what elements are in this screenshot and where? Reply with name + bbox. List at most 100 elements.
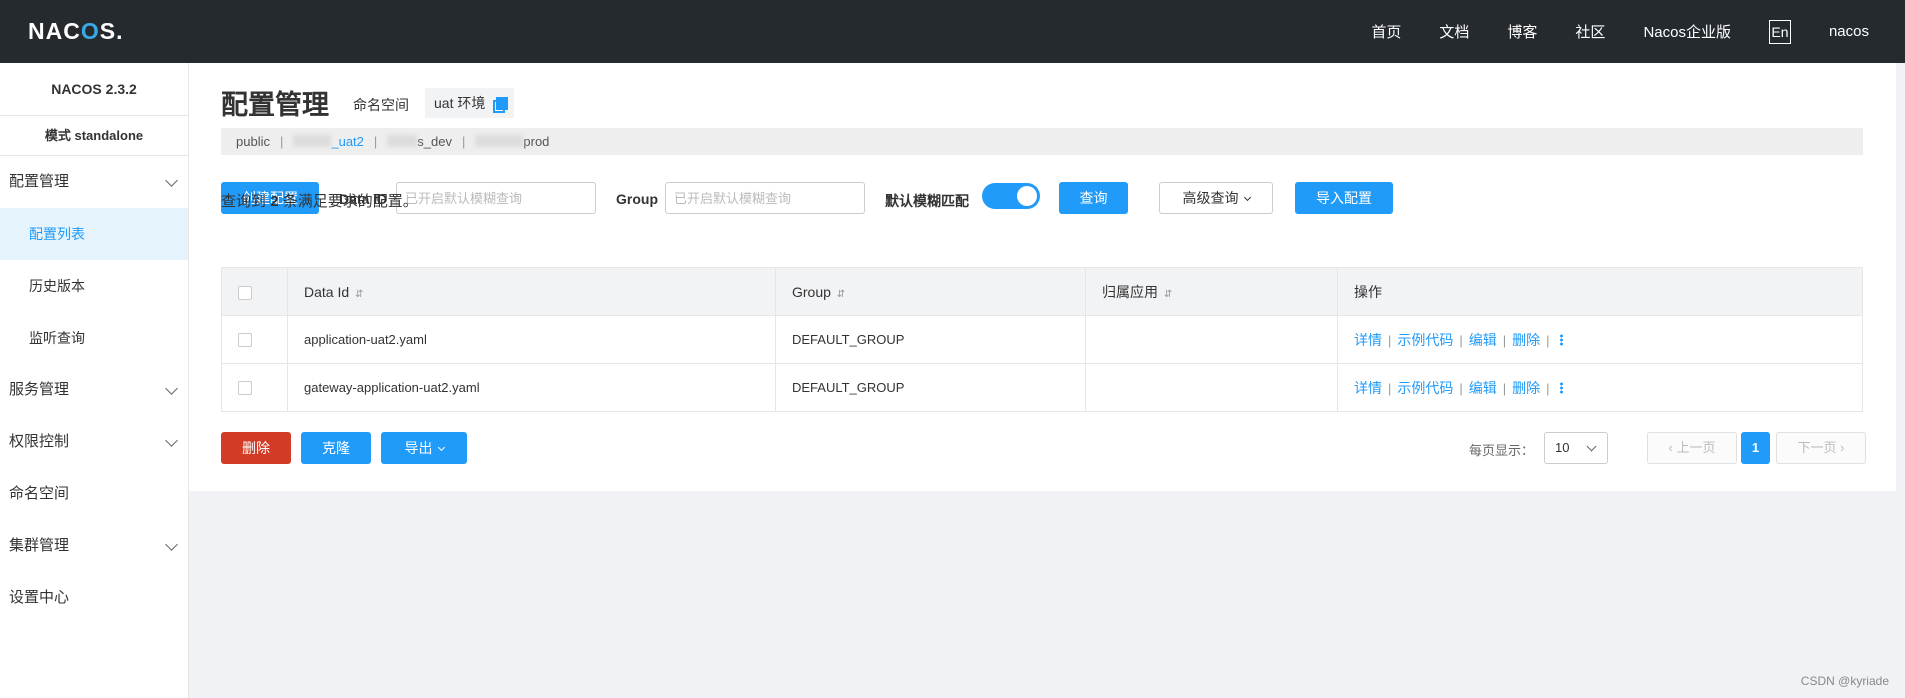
group-input[interactable] <box>665 182 865 214</box>
fuzzy-match-toggle[interactable] <box>982 183 1040 209</box>
op-separator: | <box>1459 380 1463 396</box>
namespace-public[interactable]: public <box>236 134 270 149</box>
op-separator: | <box>1388 332 1392 348</box>
user-menu[interactable]: nacos <box>1829 23 1869 40</box>
config-table: Data Id ⇵ Group ⇵ 归属应用 ⇵ 操作 application-uat… <box>221 267 1863 412</box>
result-prefix: 查询到 <box>221 193 267 210</box>
namespace-uat2[interactable]: _uat2 <box>293 134 364 149</box>
redacted-block <box>387 135 418 147</box>
sort-icon[interactable]: ⇵ <box>1164 289 1172 300</box>
more-vertical-icon[interactable] <box>1559 381 1563 394</box>
bulk-delete-button[interactable]: 删除 <box>221 432 291 464</box>
prev-page-label: 上一页 <box>1676 440 1716 455</box>
next-page-label: 下一页 <box>1797 440 1837 455</box>
sort-icon[interactable]: ⇵ <box>355 289 363 300</box>
column-header-data-id[interactable]: Data Id ⇵ <box>287 267 776 316</box>
namespace-bar: public | _uat2 | s_dev | prod <box>221 128 1863 155</box>
chevron-down-icon <box>165 174 178 187</box>
cell-group: DEFAULT_GROUP <box>775 315 1086 364</box>
row-select-cell <box>221 315 288 364</box>
namespace-separator: | <box>279 134 284 149</box>
page-size-value: 10 <box>1555 440 1570 455</box>
prev-page-button[interactable]: ‹ 上一页 <box>1647 432 1737 464</box>
cell-data-id: application-uat2.yaml <box>287 315 776 364</box>
cell-data-id: gateway-application-uat2.yaml <box>287 363 776 412</box>
nacos-logo[interactable]: NACOS. <box>28 16 123 46</box>
column-header-actions: 操作 <box>1337 267 1863 316</box>
sidebar-item-service-management[interactable]: 服务管理 <box>0 364 188 416</box>
namespace-dev-label: s_dev <box>417 134 452 149</box>
nav-docs[interactable]: 文档 <box>1439 21 1469 42</box>
watermark: CSDN @kyriade <box>1800 674 1889 688</box>
next-page-button[interactable]: 下一页 › <box>1776 432 1866 464</box>
op-separator: | <box>1502 332 1507 348</box>
table-header-row: Data Id ⇵ Group ⇵ 归属应用 ⇵ 操作 <box>221 267 1863 316</box>
version-label: NACOS 2.3.2 <box>0 63 188 116</box>
select-all-cell <box>221 267 288 316</box>
advanced-query-button[interactable]: 高级查询 <box>1159 182 1273 214</box>
delete-link[interactable]: 删除 <box>1512 380 1540 396</box>
advanced-query-label: 高级查询 <box>1182 190 1239 206</box>
op-separator: | <box>1546 332 1550 348</box>
sidebar-item-label: 权限控制 <box>9 433 70 450</box>
nav-blog[interactable]: 博客 <box>1507 21 1537 42</box>
language-toggle-button[interactable]: En <box>1768 19 1791 44</box>
column-header-app[interactable]: 归属应用 ⇵ <box>1085 267 1338 316</box>
top-nav: 首页 文档 博客 社区 Nacos企业版 En nacos <box>1371 0 1905 63</box>
cell-actions: 详情 | 示例代码 | 编辑 | 删除 | <box>1337 363 1863 412</box>
chevron-down-icon <box>165 538 178 551</box>
clone-button[interactable]: 克隆 <box>301 432 371 464</box>
column-label: Data Id <box>304 283 350 300</box>
sidebar-item-label: 配置管理 <box>9 173 70 190</box>
sidebar-item-access-control[interactable]: 权限控制 <box>0 416 188 468</box>
cell-actions: 详情 | 示例代码 | 编辑 | 删除 | <box>1337 315 1863 364</box>
sidebar-item-settings[interactable]: 设置中心 <box>0 572 188 624</box>
sidebar-item-config-list[interactable]: 配置列表 <box>0 208 188 260</box>
details-link[interactable]: 详情 <box>1354 332 1382 348</box>
nav-home[interactable]: 首页 <box>1371 21 1401 42</box>
sidebar-item-label: 服务管理 <box>9 381 70 398</box>
sidebar-item-label: 命名空间 <box>9 485 70 502</box>
select-all-checkbox[interactable] <box>238 285 252 300</box>
sidebar-item-history[interactable]: 历史版本 <box>0 260 188 312</box>
sidebar: NACOS 2.3.2 模式 standalone 配置管理 配置列表 历史版本… <box>0 63 189 698</box>
page-number-current[interactable]: 1 <box>1741 432 1770 464</box>
delete-link[interactable]: 删除 <box>1512 332 1540 348</box>
sample-code-link[interactable]: 示例代码 <box>1397 332 1453 348</box>
result-suffix: 条满足要求的配置。 <box>282 193 418 210</box>
sample-code-link[interactable]: 示例代码 <box>1397 380 1453 396</box>
toggle-knob <box>1017 186 1037 206</box>
column-header-group[interactable]: Group ⇵ <box>775 267 1086 316</box>
details-link[interactable]: 详情 <box>1354 380 1382 396</box>
more-vertical-icon[interactable] <box>1559 333 1563 346</box>
edit-link[interactable]: 编辑 <box>1469 380 1497 396</box>
result-summary: 查询到 2 条满足要求的配置。 <box>221 190 418 211</box>
current-namespace-tag: uat 环境 <box>425 88 515 118</box>
sidebar-item-namespace[interactable]: 命名空间 <box>0 468 188 520</box>
row-checkbox[interactable] <box>238 333 252 348</box>
sidebar-item-config-management[interactable]: 配置管理 <box>0 156 188 208</box>
page-size-select[interactable]: 10 <box>1544 432 1608 464</box>
edit-link[interactable]: 编辑 <box>1469 332 1497 348</box>
nav-community[interactable]: 社区 <box>1575 21 1605 42</box>
sidebar-item-cluster-management[interactable]: 集群管理 <box>0 520 188 572</box>
import-config-button[interactable]: 导入配置 <box>1295 182 1393 214</box>
column-label: Group <box>792 283 831 300</box>
row-select-cell <box>221 363 288 412</box>
data-id-input[interactable] <box>396 182 596 214</box>
result-count: 2 <box>270 193 279 210</box>
table-row: gateway-application-uat2.yaml DEFAULT_GR… <box>221 363 1863 412</box>
nav-enterprise[interactable]: Nacos企业版 <box>1643 21 1731 42</box>
main-panel: 配置管理 命名空间 uat 环境 public | _uat2 | s_dev … <box>189 63 1896 491</box>
sidebar-item-listener-query[interactable]: 监听查询 <box>0 312 188 364</box>
export-button[interactable]: 导出 <box>381 432 467 464</box>
column-label: 操作 <box>1354 283 1382 300</box>
sort-icon[interactable]: ⇵ <box>837 289 845 300</box>
chevron-down-icon <box>1586 441 1597 452</box>
namespace-dev[interactable]: s_dev <box>387 134 452 149</box>
query-button[interactable]: 查询 <box>1059 182 1128 214</box>
namespace-prod[interactable]: prod <box>475 134 549 149</box>
namespace-separator: | <box>373 134 378 149</box>
row-checkbox[interactable] <box>238 381 252 396</box>
copy-icon[interactable] <box>493 97 509 113</box>
